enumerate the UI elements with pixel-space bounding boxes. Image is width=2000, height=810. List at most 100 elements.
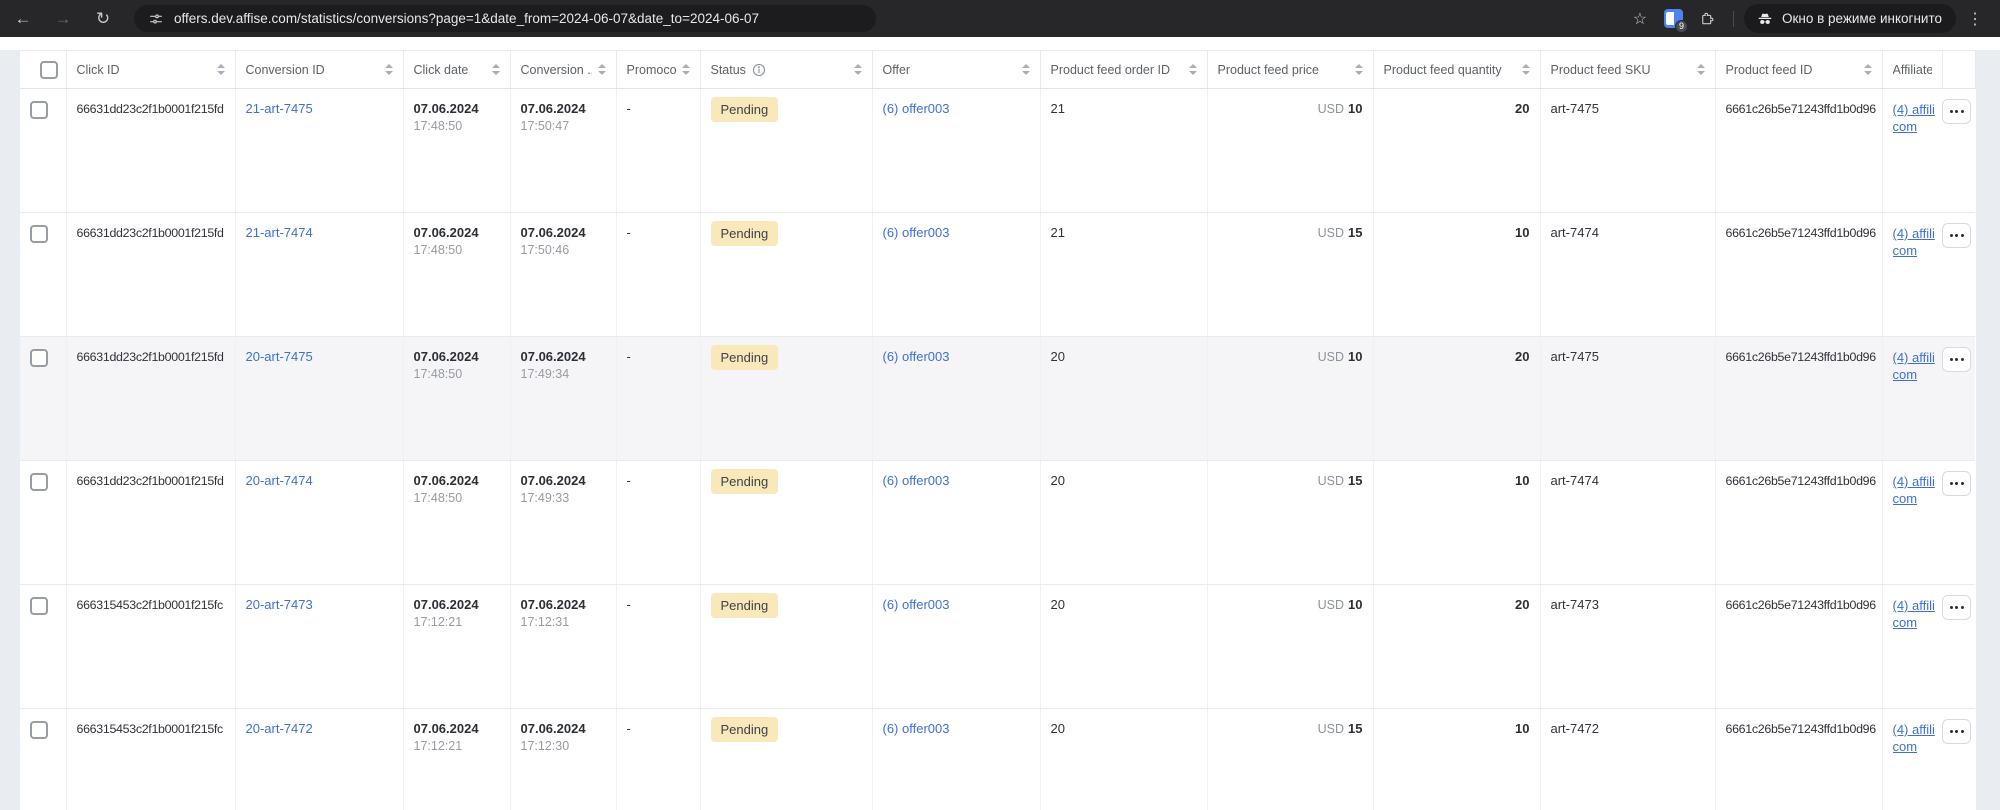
row-checkbox[interactable] bbox=[30, 349, 48, 367]
sort-icon bbox=[592, 64, 606, 75]
col-click-id[interactable]: Click ID bbox=[66, 50, 236, 89]
select-all-checkbox[interactable] bbox=[40, 60, 58, 79]
row-actions-button[interactable] bbox=[1942, 347, 1971, 372]
table-row: 666315453c2f1b0001f215fc 20-art-7472 07.… bbox=[20, 708, 1975, 810]
site-info-icon[interactable] bbox=[148, 11, 164, 27]
conversion-time: 17:50:47 bbox=[520, 119, 570, 133]
sort-icon bbox=[1691, 64, 1705, 75]
sort-icon bbox=[379, 64, 393, 75]
affiliate-link[interactable]: (4) affili bbox=[1893, 473, 1943, 490]
affiliate-link-line2[interactable]: com bbox=[1893, 738, 1943, 755]
row-actions-button[interactable] bbox=[1942, 471, 1971, 496]
offer-link[interactable]: (6) offer003 bbox=[883, 721, 950, 736]
feed-sku: art-7472 bbox=[1550, 721, 1599, 736]
status-badge: Pending bbox=[710, 593, 779, 618]
browser-menu-icon[interactable]: ⋮ bbox=[1960, 4, 1990, 34]
affiliate-link-line2[interactable]: com bbox=[1893, 118, 1943, 135]
price-currency: USD bbox=[1317, 350, 1345, 364]
col-feed-id[interactable]: Product feed ID bbox=[1715, 50, 1883, 89]
click-id: 66631dd23c2f1b0001f215fd bbox=[76, 350, 224, 364]
feed-id: 6661c26b5e71243ffd1b0d96 bbox=[1725, 102, 1877, 116]
click-id: 66631dd23c2f1b0001f215fd bbox=[76, 226, 224, 240]
affiliate-link-line2[interactable]: com bbox=[1893, 614, 1943, 631]
affiliate-link-line2[interactable]: com bbox=[1893, 490, 1943, 507]
address-bar[interactable]: offers.dev.affise.com/statistics/convers… bbox=[134, 5, 876, 32]
conversion-date: 07.06.2024 bbox=[520, 225, 586, 240]
page-gutter-left bbox=[0, 50, 20, 810]
col-click-date[interactable]: Click date bbox=[403, 50, 511, 89]
info-icon bbox=[752, 63, 766, 76]
forward-icon[interactable]: → bbox=[46, 4, 80, 34]
sort-icon bbox=[848, 64, 862, 75]
click-id: 66631dd23c2f1b0001f215fd bbox=[76, 102, 224, 116]
row-checkbox[interactable] bbox=[30, 225, 48, 243]
col-affiliate[interactable]: Affiliate bbox=[1882, 50, 1943, 89]
affiliate-link[interactable]: (4) affili bbox=[1893, 225, 1943, 242]
col-actions bbox=[1942, 50, 1976, 89]
offer-link[interactable]: (6) offer003 bbox=[883, 473, 950, 488]
offer-link[interactable]: (6) offer003 bbox=[883, 225, 950, 240]
extensions-puzzle-icon[interactable] bbox=[1693, 4, 1723, 34]
password-extension-icon[interactable]: 9 bbox=[1659, 4, 1689, 34]
row-actions-button[interactable] bbox=[1942, 223, 1971, 248]
row-actions-button[interactable] bbox=[1942, 99, 1971, 124]
reload-icon[interactable]: ↻ bbox=[86, 4, 120, 34]
col-feed-sku[interactable]: Product feed SKU bbox=[1540, 50, 1716, 89]
row-checkbox[interactable] bbox=[30, 473, 48, 491]
promocode: - bbox=[626, 225, 631, 240]
offer-link[interactable]: (6) offer003 bbox=[883, 597, 950, 612]
conversion-date: 07.06.2024 bbox=[520, 473, 586, 488]
conversion-id-link[interactable]: 21-art-7474 bbox=[246, 225, 313, 240]
price-currency: USD bbox=[1317, 598, 1345, 612]
sort-icon bbox=[211, 64, 225, 75]
affiliate-link[interactable]: (4) affili bbox=[1893, 721, 1943, 738]
click-time: 17:12:21 bbox=[413, 615, 463, 629]
price-currency: USD bbox=[1317, 722, 1345, 736]
click-date: 07.06.2024 bbox=[413, 349, 479, 364]
row-actions-button[interactable] bbox=[1942, 595, 1971, 620]
row-checkbox[interactable] bbox=[30, 597, 48, 615]
click-date: 07.06.2024 bbox=[413, 597, 479, 612]
feed-sku: art-7473 bbox=[1550, 597, 1599, 612]
feed-order-id: 20 bbox=[1050, 721, 1065, 736]
conversion-id-link[interactable]: 21-art-7475 bbox=[246, 101, 313, 116]
click-date: 07.06.2024 bbox=[413, 473, 479, 488]
conversion-date: 07.06.2024 bbox=[520, 349, 586, 364]
offer-link[interactable]: (6) offer003 bbox=[883, 101, 950, 116]
row-actions-button[interactable] bbox=[1942, 719, 1971, 744]
affiliate-link[interactable]: (4) affili bbox=[1893, 349, 1943, 366]
bookmark-star-icon[interactable]: ☆ bbox=[1625, 4, 1655, 34]
affiliate-link-line2[interactable]: com bbox=[1893, 366, 1943, 383]
click-time: 17:48:50 bbox=[413, 119, 463, 133]
col-feed-quantity[interactable]: Product feed quantity bbox=[1373, 50, 1541, 89]
click-date: 07.06.2024 bbox=[413, 721, 479, 736]
col-feed-order-id[interactable]: Product feed order ID bbox=[1040, 50, 1208, 89]
feed-id: 6661c26b5e71243ffd1b0d96 bbox=[1725, 722, 1877, 736]
col-feed-price[interactable]: Product feed price bbox=[1207, 50, 1374, 89]
row-checkbox[interactable] bbox=[30, 101, 48, 119]
conversion-id-link[interactable]: 20-art-7475 bbox=[246, 349, 313, 364]
row-checkbox[interactable] bbox=[30, 721, 48, 739]
conversion-id-link[interactable]: 20-art-7472 bbox=[246, 721, 313, 736]
col-offer[interactable]: Offer bbox=[872, 50, 1041, 89]
col-status[interactable]: Status bbox=[700, 50, 873, 89]
conversion-id-link[interactable]: 20-art-7474 bbox=[246, 473, 313, 488]
col-conversion-date[interactable]: Conversion ... bbox=[510, 50, 617, 89]
ellipsis-icon bbox=[1949, 358, 1953, 361]
affiliate-link[interactable]: (4) affili bbox=[1893, 101, 1943, 118]
feed-order-id: 21 bbox=[1050, 225, 1065, 240]
ellipsis-icon bbox=[1949, 482, 1953, 485]
toolbar-right: ☆ 9 Окно в режиме инкогнито ⋮ bbox=[1625, 4, 2000, 34]
promocode: - bbox=[626, 101, 631, 116]
ellipsis-icon bbox=[1949, 110, 1953, 113]
conversion-id-link[interactable]: 20-art-7473 bbox=[246, 597, 313, 612]
col-conversion-id[interactable]: Conversion ID bbox=[235, 50, 404, 89]
affiliate-link-line2[interactable]: com bbox=[1893, 242, 1943, 259]
affiliate-link[interactable]: (4) affili bbox=[1893, 597, 1943, 614]
back-icon[interactable]: ← bbox=[6, 4, 40, 34]
offer-link[interactable]: (6) offer003 bbox=[883, 349, 950, 364]
sort-icon bbox=[486, 64, 500, 75]
col-promocode[interactable]: Promoco... bbox=[616, 50, 701, 89]
click-time: 17:48:50 bbox=[413, 367, 463, 381]
click-date: 07.06.2024 bbox=[413, 225, 479, 240]
